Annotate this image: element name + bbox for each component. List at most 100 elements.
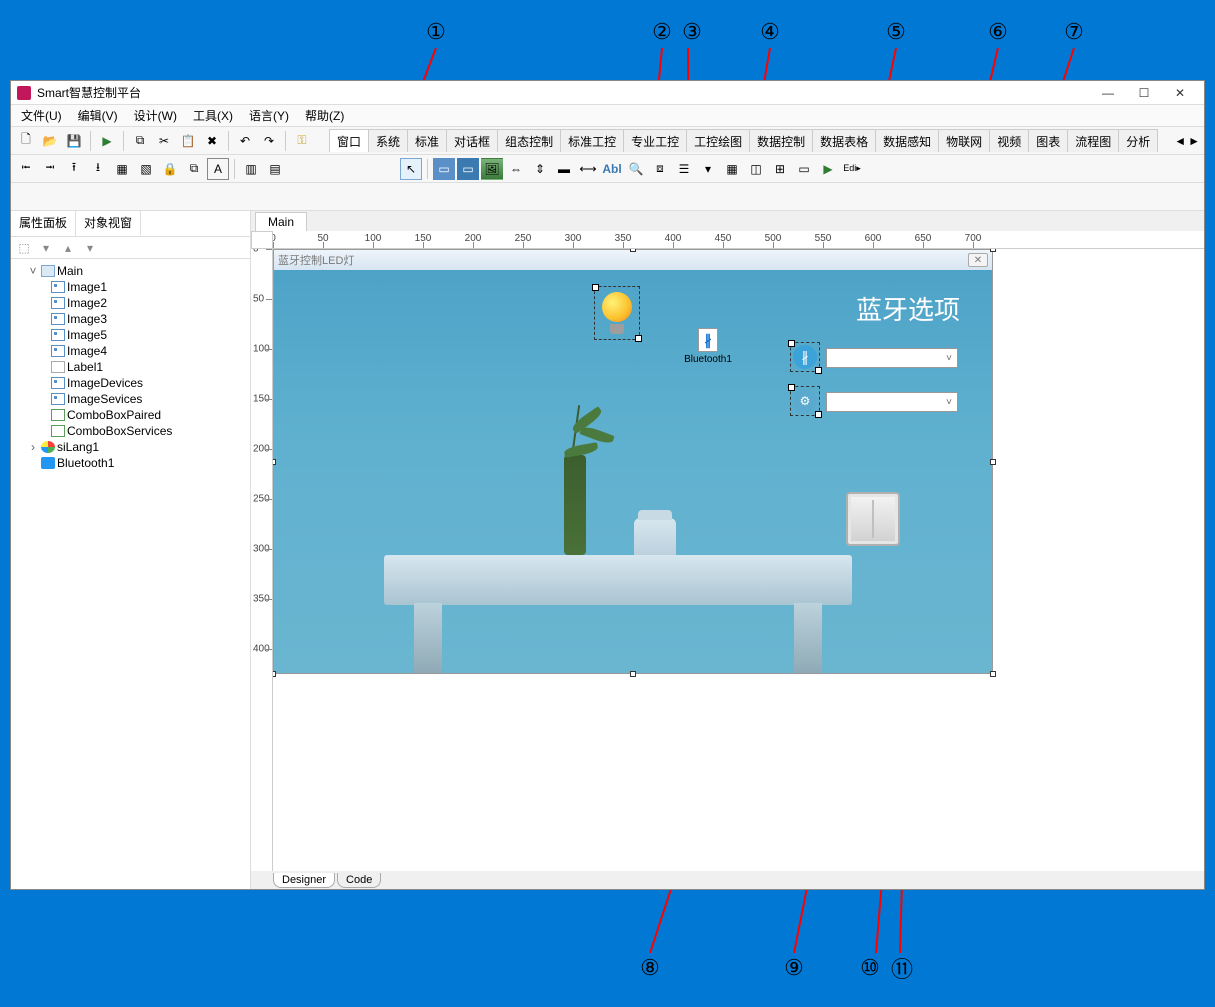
tree-node[interactable]: ImageDevices bbox=[13, 375, 248, 391]
form-close-icon[interactable]: ✕ bbox=[968, 253, 988, 267]
tree-node[interactable]: Label1 bbox=[13, 359, 248, 375]
image-devices-icon[interactable]: ∦ bbox=[793, 345, 817, 369]
panel-btn-icon[interactable]: ▾ bbox=[37, 239, 55, 257]
comp-vscroll-icon[interactable]: ⇕ bbox=[529, 158, 551, 180]
comp-progress-icon[interactable]: ▬ bbox=[553, 158, 575, 180]
panel-down-icon[interactable]: ▾ bbox=[81, 239, 99, 257]
tab-properties[interactable]: 属性面板 bbox=[11, 211, 76, 236]
tab-dialog[interactable]: 对话框 bbox=[446, 129, 498, 152]
bring-front-icon[interactable]: ▦ bbox=[111, 158, 133, 180]
design-canvas[interactable]: 蓝牙控制LED灯 ✕ bbox=[273, 249, 1204, 871]
tab-iot[interactable]: 物联网 bbox=[938, 129, 990, 152]
comp-tree-icon[interactable]: ⧈ bbox=[649, 158, 671, 180]
group-icon[interactable]: ⧉ bbox=[183, 158, 205, 180]
tree-node[interactable]: Image4 bbox=[13, 343, 248, 359]
tab-analysis[interactable]: 分析 bbox=[1118, 129, 1158, 152]
comp-splitter-icon[interactable]: ◫ bbox=[745, 158, 767, 180]
comp-list-icon[interactable]: ☰ bbox=[673, 158, 695, 180]
tab-system[interactable]: 系统 bbox=[368, 129, 408, 152]
comp-trackbar-icon[interactable]: ⟷ bbox=[577, 158, 599, 180]
comp-zoom-icon[interactable]: 🔍 bbox=[625, 158, 647, 180]
comp-hscroll-icon[interactable]: ⇔ bbox=[505, 158, 527, 180]
resize-handle[interactable] bbox=[630, 249, 636, 252]
comp-form-icon[interactable]: ▭ bbox=[433, 158, 455, 180]
tab-code[interactable]: Code bbox=[337, 873, 381, 888]
comp-button-icon[interactable]: ▭ bbox=[793, 158, 815, 180]
resize-handle[interactable] bbox=[990, 459, 996, 465]
run-button[interactable]: ▶ bbox=[96, 130, 118, 152]
resize-handle[interactable] bbox=[990, 249, 996, 252]
tree-node-main[interactable]: ˅Main bbox=[13, 263, 248, 279]
image5-switch[interactable] bbox=[846, 492, 900, 546]
menu-edit[interactable]: 编辑(V) bbox=[72, 105, 124, 126]
tab-designer[interactable]: Designer bbox=[273, 873, 335, 888]
menu-tools[interactable]: 工具(X) bbox=[187, 105, 239, 126]
label1-options[interactable]: 蓝牙选项 bbox=[856, 290, 960, 327]
image2-bulb[interactable] bbox=[600, 292, 634, 336]
send-back-icon[interactable]: ▧ bbox=[135, 158, 157, 180]
menu-file[interactable]: 文件(U) bbox=[15, 105, 68, 126]
resize-handle[interactable] bbox=[630, 671, 636, 677]
resize-handle[interactable] bbox=[990, 671, 996, 677]
tree-node[interactable]: Image2 bbox=[13, 295, 248, 311]
tab-datasense[interactable]: 数据感知 bbox=[875, 129, 939, 152]
tab-standard[interactable]: 标准 bbox=[407, 129, 447, 152]
tab-scroll-left[interactable]: ◄ bbox=[1174, 134, 1186, 148]
align-left-icon[interactable]: ⭰ bbox=[15, 158, 37, 180]
undo-button[interactable]: ↶ bbox=[234, 130, 256, 152]
tab-proind[interactable]: 专业工控 bbox=[623, 129, 687, 152]
tree-node[interactable]: ImageSevices bbox=[13, 391, 248, 407]
tab-datactrl[interactable]: 数据控制 bbox=[749, 129, 813, 152]
resize-handle[interactable] bbox=[273, 671, 276, 677]
redo-button[interactable]: ↷ bbox=[258, 130, 280, 152]
tab-scroll-right[interactable]: ► bbox=[1188, 134, 1200, 148]
combobox-paired[interactable]: ˅ bbox=[826, 348, 958, 368]
tree-node-silang[interactable]: ›siLang1 bbox=[13, 439, 248, 455]
tree-node-bluetooth[interactable]: Bluetooth1 bbox=[13, 455, 248, 471]
tab-objects[interactable]: 对象视窗 bbox=[76, 211, 141, 236]
menu-help[interactable]: 帮助(Z) bbox=[299, 105, 350, 126]
comp-label-icon[interactable]: Abl bbox=[601, 158, 623, 180]
pointer-tool[interactable]: ↖ bbox=[400, 158, 422, 180]
tree-node[interactable]: Image1 bbox=[13, 279, 248, 295]
open-button[interactable]: 📂 bbox=[39, 130, 61, 152]
tab-flow[interactable]: 流程图 bbox=[1067, 129, 1119, 152]
comp-panel-icon[interactable]: ▭ bbox=[457, 158, 479, 180]
comp-tabs-icon[interactable]: ⊞ bbox=[769, 158, 791, 180]
tree-node[interactable]: Image3 bbox=[13, 311, 248, 327]
align-right-icon[interactable]: ⭲ bbox=[39, 158, 61, 180]
save-button[interactable]: 💾 bbox=[63, 130, 85, 152]
bluetooth1-component[interactable]: ∦ Bluetooth1 bbox=[682, 328, 734, 365]
copy-button[interactable]: ⧉ bbox=[129, 130, 151, 152]
image-services-icon[interactable]: ⚙ bbox=[793, 389, 817, 413]
minimize-button[interactable]: — bbox=[1090, 83, 1126, 103]
tab-chart[interactable]: 图表 bbox=[1028, 129, 1068, 152]
maximize-button[interactable]: ☐ bbox=[1126, 83, 1162, 103]
menu-design[interactable]: 设计(W) bbox=[128, 105, 183, 126]
snap-icon[interactable]: ▤ bbox=[264, 158, 286, 180]
comp-edit-icon[interactable]: Edi▸ bbox=[841, 158, 863, 180]
comp-image-icon[interactable]: 🖼 bbox=[481, 158, 503, 180]
combobox-services[interactable]: ˅ bbox=[826, 392, 958, 412]
paste-button[interactable]: 📋 bbox=[177, 130, 199, 152]
panel-btn-icon[interactable]: ⬚ bbox=[15, 239, 33, 257]
close-button[interactable]: ✕ bbox=[1162, 83, 1198, 103]
tab-datatable[interactable]: 数据表格 bbox=[812, 129, 876, 152]
resize-handle[interactable] bbox=[273, 459, 276, 465]
comp-play-icon[interactable]: ▶ bbox=[817, 158, 839, 180]
tree-node[interactable]: Image5 bbox=[13, 327, 248, 343]
new-button[interactable]: 🗋 bbox=[15, 130, 37, 152]
object-tree[interactable]: ˅Main Image1 Image2 Image3 Image5 Image4… bbox=[11, 259, 250, 889]
comp-grid-icon[interactable]: ▦ bbox=[721, 158, 743, 180]
tab-video[interactable]: 视频 bbox=[989, 129, 1029, 152]
key-button[interactable]: ⚿ bbox=[291, 130, 313, 152]
tab-stdind[interactable]: 标准工控 bbox=[560, 129, 624, 152]
cut-button[interactable]: ✂ bbox=[153, 130, 175, 152]
delete-button[interactable]: ✖ bbox=[201, 130, 223, 152]
lock-icon[interactable]: 🔒 bbox=[159, 158, 181, 180]
tree-node[interactable]: ComboBoxServices bbox=[13, 423, 248, 439]
panel-up-icon[interactable]: ▴ bbox=[59, 239, 77, 257]
tab-inddraw[interactable]: 工控绘图 bbox=[686, 129, 750, 152]
text-icon[interactable]: A bbox=[207, 158, 229, 180]
tree-node[interactable]: ComboBoxPaired bbox=[13, 407, 248, 423]
